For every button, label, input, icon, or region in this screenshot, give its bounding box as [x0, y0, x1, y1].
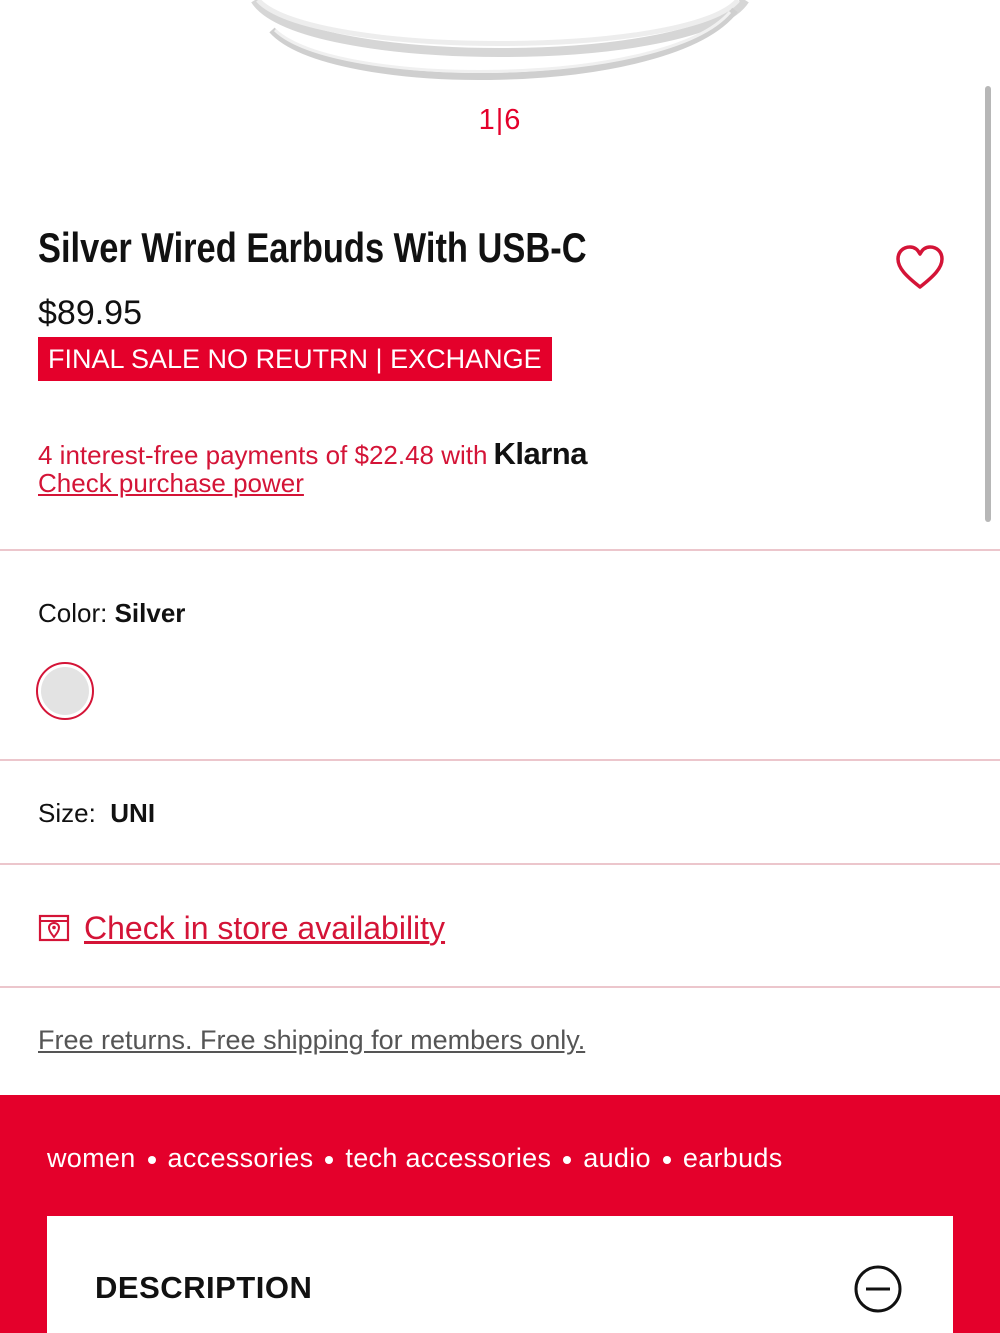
gallery-counter: 1|6: [478, 104, 522, 136]
breadcrumb-tech-accessories[interactable]: tech accessories: [345, 1143, 551, 1173]
color-label: Color: Silver: [38, 598, 186, 628]
check-purchase-power-link[interactable]: Check purchase power: [38, 468, 304, 499]
scrollbar[interactable]: [985, 86, 991, 522]
klarna-message: 4 interest-free payments of $22.48 with K…: [38, 436, 587, 472]
klarna-logo: Klarna: [493, 436, 587, 471]
product-image[interactable]: [0, 0, 1000, 100]
breadcrumb-separator: [563, 1155, 572, 1164]
collapse-button[interactable]: [853, 1264, 903, 1314]
final-sale-badge: FINAL SALE NO REUTRN | EXCHANGE: [38, 337, 552, 381]
breadcrumb-separator: [662, 1155, 671, 1164]
shipping-returns-link[interactable]: Free returns. Free shipping for members …: [38, 1025, 585, 1056]
store-availability-link[interactable]: Check in store availability: [38, 903, 445, 953]
product-title: Silver Wired Earbuds With USB-C: [38, 224, 587, 271]
description-title: DESCRIPTION: [95, 1270, 313, 1305]
wishlist-button[interactable]: [894, 242, 946, 294]
description-accordion[interactable]: DESCRIPTION: [47, 1216, 953, 1333]
breadcrumb-separator: [147, 1155, 156, 1164]
breadcrumb-accessories[interactable]: accessories: [168, 1143, 314, 1173]
divider: [0, 986, 1000, 988]
size-label: Size: UNI: [38, 798, 156, 828]
product-price: $89.95: [38, 294, 142, 332]
breadcrumb-audio[interactable]: audio: [583, 1143, 651, 1173]
swatch-fill: [41, 667, 89, 715]
breadcrumb-earbuds[interactable]: earbuds: [683, 1143, 783, 1173]
divider: [0, 549, 1000, 551]
size-value: UNI: [110, 798, 156, 828]
color-swatch-silver[interactable]: [36, 662, 94, 720]
store-availability-text: Check in store availability: [84, 909, 446, 946]
divider: [0, 759, 1000, 761]
breadcrumb: women accessories tech accessories audio ear…: [47, 1143, 783, 1174]
breadcrumb-women[interactable]: women: [47, 1143, 136, 1173]
heart-icon: [896, 245, 944, 289]
minus-circle-icon: [854, 1265, 902, 1313]
color-value: Silver: [114, 598, 186, 628]
klarna-text: 4 interest-free payments of $22.48 with: [38, 440, 488, 470]
divider: [0, 863, 1000, 865]
store-location-icon: [38, 914, 70, 942]
breadcrumb-separator: [325, 1155, 334, 1164]
